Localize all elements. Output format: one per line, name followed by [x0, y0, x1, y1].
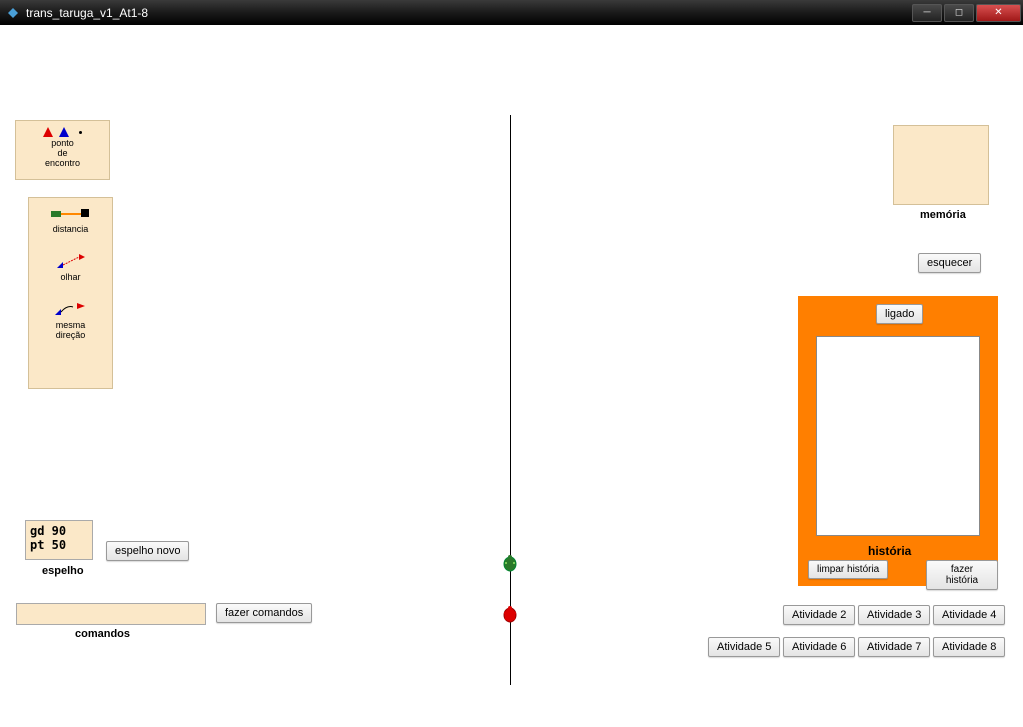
atividade-2-button[interactable]: Atividade 2	[783, 605, 855, 625]
blue-triangle-icon	[59, 127, 69, 137]
app-window: trans_taruga_v1_At1-8 ─ ◻ ✕	[0, 0, 1023, 727]
limpar-historia-button[interactable]: limpar história	[808, 560, 888, 579]
atividade-7-button[interactable]: Atividade 7	[858, 637, 930, 657]
red-triangle-icon	[43, 127, 53, 137]
ligado-button[interactable]: ligado	[876, 304, 923, 324]
window-title: trans_taruga_v1_At1-8	[26, 6, 148, 20]
memoria-label: memória	[920, 209, 966, 221]
turtle-red[interactable]	[502, 605, 518, 623]
tool-label: olhar	[33, 272, 108, 282]
window-controls: ─ ◻ ✕	[910, 4, 1021, 22]
tool-distancia[interactable]: distancia	[33, 204, 108, 234]
memoria-display	[893, 125, 989, 205]
tool-ponto-encontro[interactable]: ponto de encontro	[15, 120, 110, 180]
tool-olhar[interactable]: olhar	[33, 252, 108, 282]
espelho-display: gd 90 pt 50	[25, 520, 93, 560]
atividade-8-button[interactable]: Atividade 8	[933, 637, 1005, 657]
historia-textarea[interactable]	[816, 336, 980, 536]
atividade-4-button[interactable]: Atividade 4	[933, 605, 1005, 625]
fazer-comandos-button[interactable]: fazer comandos	[216, 603, 312, 623]
fazer-historia-button[interactable]: fazer história	[926, 560, 998, 590]
tool-mesma-direcao[interactable]: mesma direção	[33, 300, 108, 340]
close-button[interactable]: ✕	[976, 4, 1021, 22]
minimize-button[interactable]: ─	[912, 4, 942, 22]
turtle-green[interactable]	[502, 554, 518, 572]
maximize-button[interactable]: ◻	[944, 4, 974, 22]
tool-label: ponto de encontro	[22, 139, 103, 169]
atividade-5-button[interactable]: Atividade 5	[708, 637, 780, 657]
tool-palette: distancia olhar	[28, 197, 113, 389]
espelho-novo-button[interactable]: espelho novo	[106, 541, 189, 561]
canvas-divider	[510, 115, 511, 685]
tool-label: distancia	[33, 224, 108, 234]
comandos-label: comandos	[75, 628, 130, 640]
tool-label: mesma direção	[33, 320, 108, 340]
atividade-6-button[interactable]: Atividade 6	[783, 637, 855, 657]
content-area: ponto de encontro distancia	[0, 25, 1023, 727]
espelho-label: espelho	[42, 565, 84, 577]
historia-label: história	[868, 544, 911, 558]
atividade-3-button[interactable]: Atividade 3	[858, 605, 930, 625]
app-icon	[6, 6, 20, 20]
comandos-input[interactable]	[16, 603, 206, 625]
dot-icon	[79, 131, 82, 134]
historia-panel: ligado história limpar história fazer hi…	[798, 296, 998, 586]
titlebar: trans_taruga_v1_At1-8 ─ ◻ ✕	[0, 0, 1023, 25]
esquecer-button[interactable]: esquecer	[918, 253, 981, 273]
